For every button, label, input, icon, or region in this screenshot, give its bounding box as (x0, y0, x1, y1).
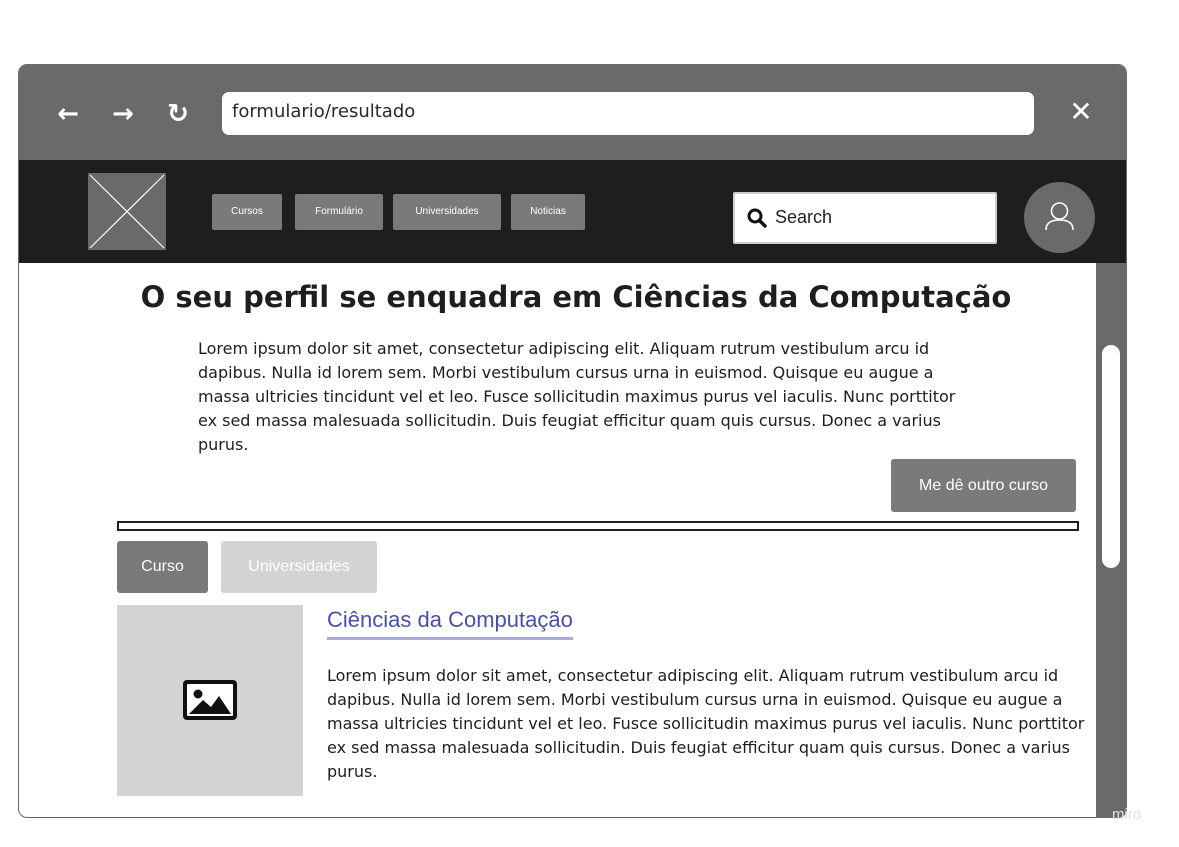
another-course-button[interactable]: Me dê outro curso (891, 459, 1076, 512)
nav-item-formulario[interactable]: Formulário (295, 194, 383, 230)
search-icon (747, 208, 767, 228)
nav-item-universidades[interactable]: Universidades (393, 194, 501, 230)
back-arrow-icon[interactable]: ← (52, 98, 84, 130)
tab-curso[interactable]: Curso (117, 541, 208, 593)
nav-item-noticias[interactable]: Noticias (511, 194, 585, 230)
nav-item-cursos[interactable]: Cursos (212, 194, 282, 230)
image-icon (183, 680, 237, 720)
user-icon (1045, 202, 1074, 231)
reload-icon[interactable]: ↻ (162, 98, 194, 130)
section-divider (117, 521, 1079, 531)
browser-window: ← → ↻ formulario/resultado ✕ Cursos Form… (19, 65, 1126, 817)
miro-watermark: miro (1112, 806, 1142, 823)
site-header: Cursos Formulário Universidades Noticias… (19, 160, 1126, 263)
user-avatar[interactable] (1024, 182, 1095, 253)
scrollbar-thumb[interactable] (1102, 345, 1120, 568)
forward-arrow-icon[interactable]: → (107, 98, 139, 130)
course-title-link[interactable]: Ciências da Computação (327, 607, 573, 640)
search-box[interactable]: Search (733, 192, 997, 244)
tab-universidades[interactable]: Universidades (221, 541, 377, 593)
search-label: Search (775, 207, 833, 227)
logo-placeholder-icon[interactable] (88, 173, 166, 250)
course-description: Lorem ipsum dolor sit amet, consectetur … (327, 666, 1085, 781)
page-title: O seu perfil se enquadra em Ciências da … (140, 280, 1012, 314)
close-icon[interactable]: ✕ (1064, 95, 1098, 129)
browser-toolbar: ← → ↻ formulario/resultado ✕ (19, 65, 1126, 160)
intro-paragraph: Lorem ipsum dolor sit amet, consectetur … (198, 339, 956, 454)
address-bar[interactable]: formulario/resultado (222, 92, 1034, 135)
course-image-placeholder (117, 605, 303, 796)
